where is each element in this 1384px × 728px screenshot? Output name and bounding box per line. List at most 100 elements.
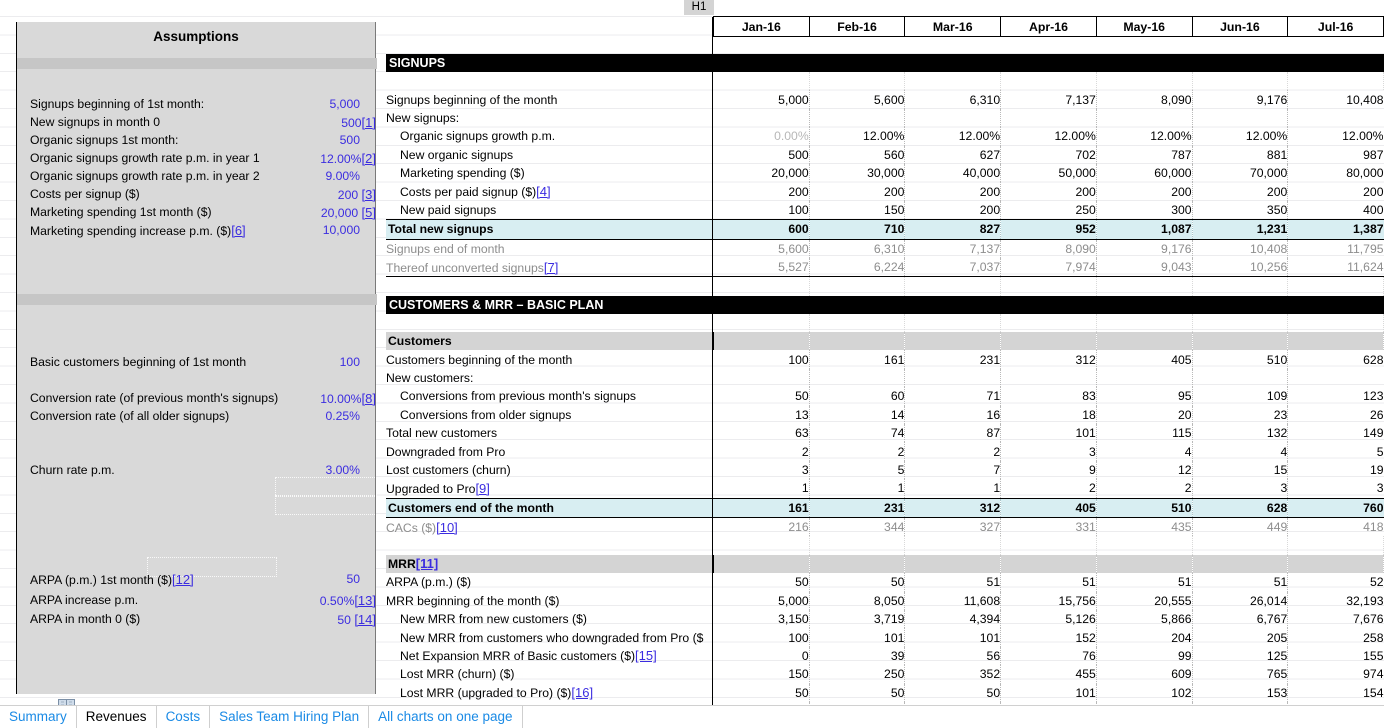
table-cell[interactable]: 101 xyxy=(1000,683,1097,702)
footnote-link[interactable]: [11] xyxy=(416,556,438,571)
table-cell[interactable]: 5,527 xyxy=(713,257,810,278)
table-cell[interactable]: 3 xyxy=(713,460,810,480)
table-cell[interactable]: 100 xyxy=(713,350,810,369)
table-cell[interactable]: 51 xyxy=(904,573,1002,592)
table-cell[interactable]: 18 xyxy=(1000,405,1097,425)
month-header-cell[interactable]: Feb-16 xyxy=(808,16,906,37)
footnote-link[interactable]: [14] xyxy=(354,612,376,627)
table-cell[interactable]: 400 xyxy=(1288,201,1383,220)
row-label[interactable]: New customers: xyxy=(386,368,713,388)
table-cell[interactable]: 100 xyxy=(713,628,810,647)
table-cell[interactable]: 609 xyxy=(1096,665,1193,684)
table-cell[interactable]: 12.00% xyxy=(1192,127,1289,146)
table-cell[interactable]: 5,866 xyxy=(1096,609,1193,629)
table-cell[interactable]: 87 xyxy=(904,424,1002,443)
table-cell[interactable]: 99 xyxy=(1096,646,1193,666)
footnote-link[interactable]: [7] xyxy=(544,260,558,275)
table-cell[interactable]: 4,394 xyxy=(904,609,1002,629)
table-cell[interactable]: 50 xyxy=(809,683,906,702)
table-cell[interactable]: 10,408 xyxy=(1288,90,1383,108)
table-cell[interactable]: 23 xyxy=(1192,405,1289,425)
table-cell[interactable]: 350 xyxy=(1192,200,1289,220)
row-label[interactable]: Customers beginning of the month xyxy=(386,350,713,369)
table-cell[interactable]: 2 xyxy=(1096,479,1193,499)
table-cell[interactable]: 20,555 xyxy=(1096,591,1193,610)
assumption-row[interactable]: ARPA (p.m.) 1st month ($)[12] 50 xyxy=(30,571,377,589)
table-cell[interactable]: 500 xyxy=(713,145,810,164)
table-cell[interactable]: 2 xyxy=(809,442,906,461)
table-cell[interactable]: 200 xyxy=(1000,182,1097,201)
row-label[interactable]: New MRR from new customers ($) xyxy=(386,609,713,629)
table-cell[interactable]: 13 xyxy=(713,405,810,425)
row-label[interactable]: Net Expansion MRR of Basic customers ($)… xyxy=(386,646,713,666)
table-cell[interactable]: 109 xyxy=(1192,387,1289,406)
table-cell[interactable]: 52 xyxy=(1288,573,1384,591)
table-cell[interactable]: 4 xyxy=(1096,442,1193,461)
table-cell[interactable]: 95 xyxy=(1096,387,1193,406)
table-cell[interactable]: 6,767 xyxy=(1192,609,1289,629)
table-cell[interactable]: 231 xyxy=(809,497,906,518)
row-label[interactable]: Organic signups growth p.m. xyxy=(386,127,713,146)
table-cell[interactable]: 154 xyxy=(1288,684,1383,702)
table-cell[interactable] xyxy=(1192,108,1289,128)
table-cell[interactable]: 26 xyxy=(1288,406,1384,424)
assumption-row[interactable]: Marketing spending increase p.m. ($)[6] … xyxy=(30,222,377,240)
table-cell[interactable]: 50 xyxy=(904,683,1002,702)
footnote-link[interactable]: [1] xyxy=(362,115,376,130)
row-label[interactable]: CACs ($)[10] xyxy=(386,517,713,537)
table-cell[interactable]: 7,974 xyxy=(1000,257,1097,278)
table-cell[interactable]: 7,037 xyxy=(904,257,1002,278)
footnote-link[interactable]: [16] xyxy=(571,685,593,700)
table-cell[interactable]: 987 xyxy=(1288,146,1383,164)
table-cell[interactable]: 3 xyxy=(1288,479,1384,498)
table-cell[interactable]: 15,756 xyxy=(1000,591,1097,610)
footnote-link[interactable]: [8] xyxy=(362,391,376,406)
table-cell[interactable]: 600 xyxy=(713,219,810,240)
table-cell[interactable]: 70,000 xyxy=(1192,163,1289,183)
table-cell[interactable]: 2 xyxy=(904,442,1002,461)
table-cell[interactable]: 7,137 xyxy=(1000,90,1097,109)
table-cell[interactable]: 11,795 xyxy=(1288,239,1383,258)
table-cell[interactable]: 101 xyxy=(904,628,1002,647)
footnote-link[interactable]: [15] xyxy=(635,648,657,663)
table-cell[interactable]: 327 xyxy=(904,517,1002,537)
table-cell[interactable]: 50 xyxy=(713,387,810,406)
table-cell[interactable]: 39 xyxy=(809,646,906,666)
table-cell[interactable]: 14 xyxy=(809,405,906,425)
table-cell[interactable]: 3,150 xyxy=(713,609,810,629)
row-label[interactable]: Signups end of month xyxy=(386,239,713,258)
table-cell[interactable]: 50,000 xyxy=(1000,163,1097,183)
table-cell[interactable]: 12.00% xyxy=(904,127,1002,146)
table-cell[interactable]: 1 xyxy=(904,479,1002,499)
row-label[interactable]: ARPA (p.m.) ($) xyxy=(386,573,713,592)
table-cell[interactable]: 6,310 xyxy=(809,239,906,258)
table-cell[interactable]: 200 xyxy=(1288,182,1383,200)
month-header-cell[interactable]: Jun-16 xyxy=(1191,16,1289,37)
table-cell[interactable]: 449 xyxy=(1192,517,1289,537)
row-label[interactable]: New signups: xyxy=(386,108,713,128)
table-cell[interactable]: 787 xyxy=(1096,145,1193,164)
table-cell[interactable]: 312 xyxy=(1000,350,1097,369)
table-cell[interactable]: 881 xyxy=(1192,145,1289,164)
assumption-row[interactable]: Churn rate p.m. 3.00% xyxy=(30,462,377,480)
assumption-row[interactable]: Signups beginning of 1st month: 5,000 xyxy=(30,96,377,114)
table-cell[interactable]: 100 xyxy=(713,200,810,220)
assumption-row[interactable]: Organic signups 1st month: 500 xyxy=(30,132,377,150)
table-cell[interactable]: 60 xyxy=(809,387,906,406)
table-cell[interactable]: 6,310 xyxy=(904,90,1002,109)
table-cell[interactable]: 7,676 xyxy=(1288,610,1384,628)
table-cell[interactable]: 76 xyxy=(1000,646,1097,666)
table-cell[interactable]: 5,000 xyxy=(713,90,810,109)
table-cell[interactable]: 26,014 xyxy=(1192,591,1289,610)
table-cell[interactable]: 12.00% xyxy=(809,127,906,146)
table-cell[interactable] xyxy=(1096,108,1193,128)
row-label[interactable]: MRR beginning of the month ($) xyxy=(386,591,713,610)
table-cell[interactable]: 161 xyxy=(713,497,810,518)
row-label[interactable]: Customers end of the month xyxy=(386,497,713,518)
table-cell[interactable]: 115 xyxy=(1096,424,1193,443)
table-cell[interactable] xyxy=(1288,109,1384,127)
table-cell[interactable]: 1,231 xyxy=(1192,219,1289,240)
assumption-row[interactable]: Organic signups growth rate p.m. in year… xyxy=(30,168,377,186)
row-label[interactable]: Total new customers xyxy=(386,424,713,443)
table-cell[interactable]: 312 xyxy=(904,497,1002,518)
